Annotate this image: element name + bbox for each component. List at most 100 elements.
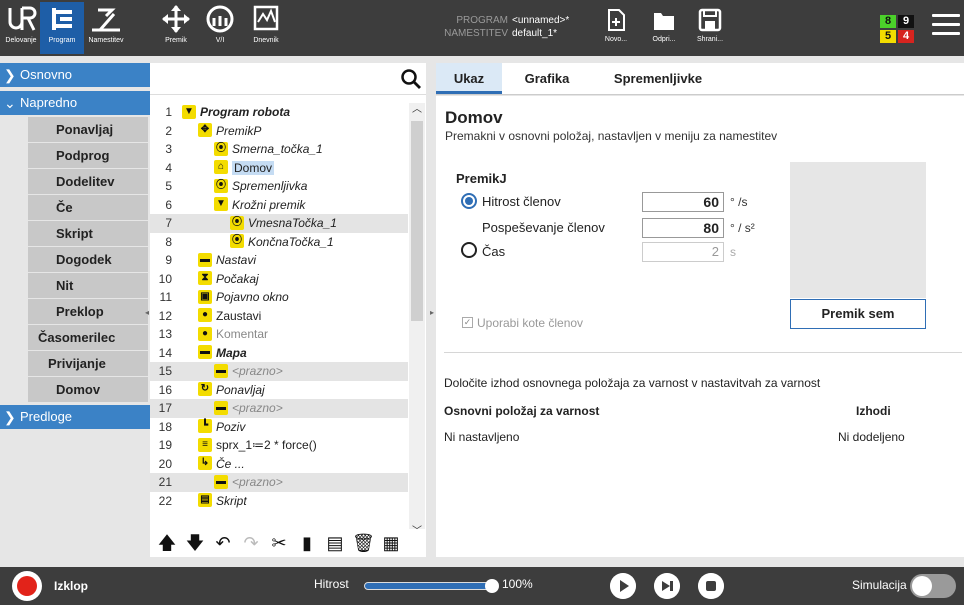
save-button[interactable]: Shrani...	[688, 8, 732, 52]
simulation-toggle[interactable]	[910, 574, 956, 598]
tree-row[interactable]: 2 ✥ PremikP	[150, 122, 408, 141]
tree-node[interactable]: ▬ <prazno>	[214, 362, 283, 381]
sidebar-item-thread[interactable]: Nit	[28, 273, 148, 299]
sidebar-item-subprogram[interactable]: Podprog	[28, 143, 148, 169]
tree-row[interactable]: 21 ▬ <prazno>	[150, 473, 408, 492]
status-indicator[interactable]: 8 9 5 4	[880, 15, 916, 45]
sidebar-item-event[interactable]: Dogodek	[28, 247, 148, 273]
sidebar-item-loop[interactable]: Ponavljaj	[28, 117, 148, 143]
sidebar-item-assignment[interactable]: Dodelitev	[28, 169, 148, 195]
tree-node[interactable]: ● Zaustavi	[198, 307, 261, 326]
category-advanced[interactable]: ⌄ Napredno	[0, 91, 150, 115]
tree-node[interactable]: ▬ <prazno>	[214, 473, 283, 492]
tree-row[interactable]: 17 ▬ <prazno>	[150, 399, 408, 418]
tree-row[interactable]: 16 ↻ Ponavljaj	[150, 381, 408, 400]
tree-node[interactable]: ▬ <prazno>	[214, 399, 283, 418]
slider-knob[interactable]	[485, 579, 499, 593]
tree-row[interactable]: 11 ▣ Pojavno okno	[150, 288, 408, 307]
nav-move[interactable]: Premik	[158, 2, 194, 54]
tree-row[interactable]: 22 ▤ Skript	[150, 492, 408, 511]
tree-node[interactable]: ≡ sprx_1≔2 * force()	[198, 436, 317, 455]
use-joint-angles-checkbox[interactable]: ✓ Uporabi kote členov	[462, 316, 583, 330]
tree-row[interactable]: 3 ⦿ Smerna_točka_1	[150, 140, 408, 159]
sidebar-item-if[interactable]: Če	[28, 195, 148, 221]
sidebar-item-screwing[interactable]: Privijanje	[28, 351, 148, 377]
tree-row[interactable]: 9 ▬ Nastavi	[150, 251, 408, 270]
tree-row[interactable]: 6 ▼ Krožni premik	[150, 196, 408, 215]
tree-node[interactable]: ▣ Pojavno okno	[198, 288, 289, 307]
tree-node[interactable]: ✥ PremikP	[198, 122, 261, 141]
tree-row[interactable]: 8 ⦿ KončnaTočka_1	[150, 233, 408, 252]
nav-io[interactable]: V/I	[200, 2, 240, 54]
tree-node[interactable]: ▼ Krožni premik	[214, 196, 305, 215]
tree-node[interactable]: ⦿ KončnaTočka_1	[230, 233, 334, 252]
joint-accel-field[interactable]: 80	[642, 218, 724, 238]
category-basic[interactable]: ❯ Osnovno	[0, 63, 150, 87]
scroll-up-icon[interactable]: ︿	[409, 103, 425, 117]
tree-row[interactable]: 13 ● Komentar	[150, 325, 408, 344]
tree-node[interactable]: ↻ Ponavljaj	[198, 381, 265, 400]
tree-row[interactable]: 20 ↳ Če ...	[150, 455, 408, 474]
copy-icon[interactable]: ▮	[296, 532, 318, 554]
stop-icon[interactable]	[698, 573, 724, 599]
delete-icon[interactable]: 🗑	[352, 532, 375, 554]
open-button[interactable]: Odpri...	[642, 8, 686, 52]
tree-row[interactable]: 5 ⦿ Spremenljivka	[150, 177, 408, 196]
arrow-up-icon[interactable]: 🡅	[156, 532, 178, 554]
nav-installation[interactable]: Namestitev	[84, 2, 128, 54]
tree-node[interactable]: ▬ Mapa	[198, 344, 247, 363]
tree-row[interactable]: 19 ≡ sprx_1≔2 * force()	[150, 436, 408, 455]
search-icon[interactable]	[400, 68, 422, 90]
collapse-handle-right[interactable]: ▸	[428, 306, 436, 320]
tab-command[interactable]: Ukaz	[436, 63, 502, 94]
tree-node[interactable]: ▼ Program robota	[182, 103, 290, 122]
move-here-button[interactable]: Premik sem	[790, 299, 926, 329]
nav-run[interactable]: Delovanje	[2, 2, 40, 54]
nav-program[interactable]: Program	[40, 2, 84, 54]
menu-icon[interactable]	[932, 14, 960, 38]
tree-row[interactable]: 7 ⦿ VmesnaTočka_1	[150, 214, 408, 233]
time-radio[interactable]	[461, 242, 477, 258]
play-icon[interactable]	[610, 573, 636, 599]
time-field[interactable]: 2	[642, 242, 724, 262]
nav-log[interactable]: Dnevnik	[246, 2, 286, 54]
category-templates[interactable]: ❯ Predloge	[0, 405, 150, 429]
new-button[interactable]: Novo...	[594, 8, 638, 52]
power-button[interactable]	[12, 571, 42, 601]
tree-row[interactable]: 4 ⌂ Domov	[150, 159, 408, 178]
tree-row[interactable]: 15 ▬ <prazno>	[150, 362, 408, 381]
speed-slider[interactable]	[364, 579, 499, 593]
joint-speed-radio[interactable]	[461, 193, 477, 209]
tree-row[interactable]: 10 ⧗ Počakaj	[150, 270, 408, 289]
sidebar-item-home[interactable]: Domov	[28, 377, 148, 403]
undo-icon[interactable]: ↶	[212, 532, 234, 554]
step-icon[interactable]	[654, 573, 680, 599]
cut-icon[interactable]: ✂	[268, 532, 290, 554]
tree-node[interactable]: ● Komentar	[198, 325, 268, 344]
tree-node[interactable]: ▬ Nastavi	[198, 251, 256, 270]
suppress-icon[interactable]: ▦	[380, 532, 402, 554]
scroll-thumb[interactable]	[411, 121, 423, 321]
sidebar-item-timer[interactable]: Časomerilec	[28, 325, 148, 351]
tree-node[interactable]: ⦿ Spremenljivka	[214, 177, 307, 196]
joint-speed-field[interactable]: 60	[642, 192, 724, 212]
tree-row[interactable]: 18 ┗ Poziv	[150, 418, 408, 437]
tab-graphics[interactable]: Grafika	[512, 63, 582, 94]
tree-node[interactable]: ⌂ Domov	[214, 159, 275, 178]
tree-node[interactable]: ⦿ Smerna_točka_1	[214, 140, 323, 159]
paste-icon[interactable]: ▤	[324, 532, 346, 554]
tree-scrollbar[interactable]: ︿ ﹀	[409, 103, 425, 539]
tab-variables[interactable]: Spremenljivke	[598, 63, 718, 94]
tree-row[interactable]: 14 ▬ Mapa	[150, 344, 408, 363]
sidebar-item-switch[interactable]: Preklop	[28, 299, 148, 325]
tree-node[interactable]: ⦿ VmesnaTočka_1	[230, 214, 337, 233]
tree-node[interactable]: ↳ Če ...	[198, 455, 245, 474]
redo-icon[interactable]: ↷	[240, 532, 262, 554]
tree-row[interactable]: 12 ● Zaustavi	[150, 307, 408, 326]
arrow-down-icon[interactable]: 🡇	[184, 532, 206, 554]
tree-node[interactable]: ▤ Skript	[198, 492, 247, 511]
sidebar-item-script[interactable]: Skript	[28, 221, 148, 247]
tree-node[interactable]: ┗ Poziv	[198, 418, 245, 437]
tree-node[interactable]: ⧗ Počakaj	[198, 270, 259, 289]
tree-row[interactable]: 1 ▼ Program robota	[150, 103, 408, 122]
